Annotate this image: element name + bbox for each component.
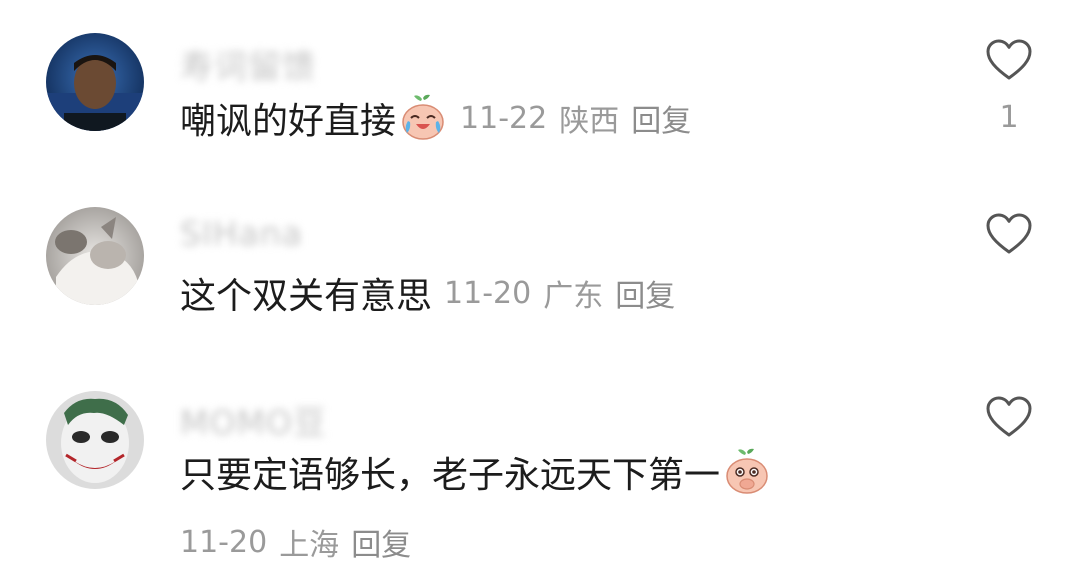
- comment-content-row: 这个双关有意思 11-20 广东 回复: [180, 267, 675, 319]
- comment-meta-row: 11-20 上海 回复: [180, 520, 411, 564]
- comment-list: 寿词留馈 嘲讽的好直接 11-22 陕西 回复 1 SIHana 这个双关有意思…: [0, 0, 1080, 576]
- like-count: 1: [999, 100, 1019, 135]
- avatar[interactable]: [46, 207, 144, 305]
- avatar[interactable]: [46, 33, 144, 131]
- heart-outline-icon: [986, 213, 1032, 254]
- like-button[interactable]: [985, 212, 1033, 256]
- comment-text: 只要定语够长，老子永远天下第一: [180, 455, 721, 496]
- comment-date: 11-20: [444, 275, 532, 311]
- username[interactable]: 寿词留馈: [180, 40, 316, 88]
- comment-text: 这个双关有意思: [180, 276, 433, 317]
- comment-text: 嘲讽的好直接: [180, 101, 397, 142]
- heart-outline-icon: [986, 39, 1032, 80]
- heart-outline-icon: [986, 396, 1032, 437]
- like-button[interactable]: [985, 395, 1033, 439]
- avatar[interactable]: [46, 391, 144, 489]
- comment-location: 上海: [279, 528, 340, 563]
- laughing-tears-peach-emoji: [398, 93, 448, 143]
- reply-button[interactable]: 回复: [351, 520, 411, 564]
- comment-content-row: 嘲讽的好直接 11-22 陕西 回复: [180, 92, 691, 144]
- comment-location: 广东: [543, 279, 604, 314]
- username[interactable]: MOMO豆: [180, 396, 327, 444]
- comment-content-row: 只要定语够长，老子永远天下第一: [180, 446, 772, 498]
- comment-date: 11-20: [180, 524, 268, 560]
- reply-button[interactable]: 回复: [631, 96, 691, 140]
- username[interactable]: SIHana: [180, 214, 303, 253]
- avatar-image: [46, 33, 144, 131]
- comment-location: 陕西: [559, 104, 620, 139]
- comment-date: 11-22: [460, 100, 548, 136]
- reply-button[interactable]: 回复: [615, 271, 675, 315]
- like-button[interactable]: [985, 38, 1033, 82]
- avatar-image: [46, 207, 144, 305]
- cover-mouth-peach-emoji: [722, 447, 772, 497]
- avatar-image: [46, 391, 144, 489]
